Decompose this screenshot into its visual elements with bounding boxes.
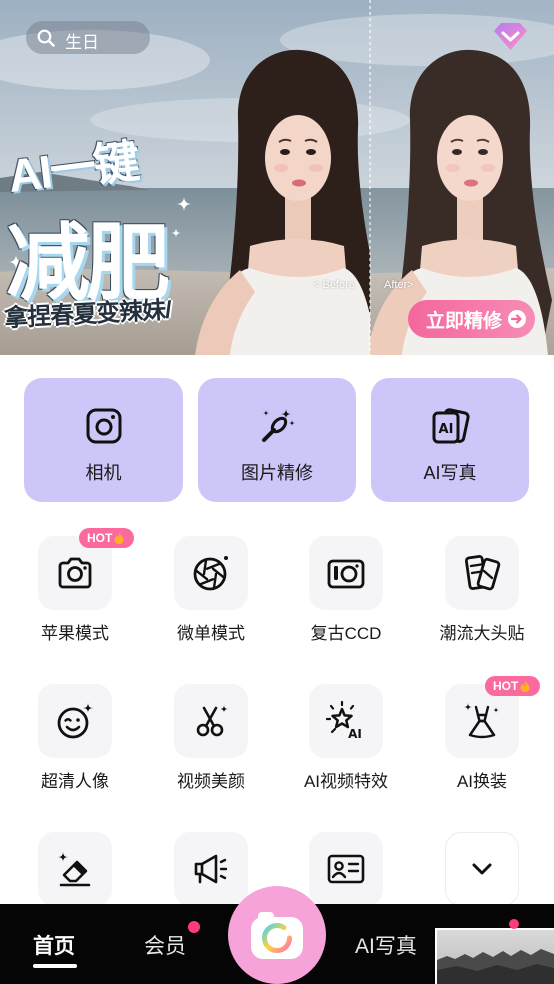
fire-icon — [520, 680, 530, 692]
card-ai-portrait-label: AI写真 — [423, 463, 477, 483]
camera-shutter-button[interactable] — [228, 886, 326, 984]
star-effect-icon: AI — [325, 700, 362, 741]
arrow-right-icon — [508, 310, 526, 328]
card-photo-retouch[interactable]: 图片精修 — [198, 378, 356, 502]
tool-photo-sticker-label: 潮流大头贴 — [439, 624, 525, 643]
before-label: < Before — [313, 279, 355, 291]
thumbnail-notification-dot — [509, 919, 519, 929]
tab-membership[interactable]: 会员 — [144, 930, 186, 960]
hot-badge: HOT — [79, 528, 134, 548]
thumbnail-image — [437, 949, 554, 984]
search-icon — [37, 29, 55, 47]
tool-ai-video-effects-label: AI视频特效 — [303, 772, 389, 791]
tool-ai-outfit-label: AI换装 — [456, 772, 508, 791]
aperture-icon — [193, 556, 228, 591]
tool-eraser[interactable] — [38, 832, 112, 906]
tool-retro-ccd-label: 复古CCD — [310, 624, 382, 643]
eraser-icon — [58, 852, 91, 887]
megaphone-icon — [194, 854, 228, 884]
tool-megaphone[interactable] — [174, 832, 248, 906]
tool-mirrorless-mode-label: 微单模式 — [177, 624, 245, 643]
expand-tools-button[interactable] — [445, 832, 519, 906]
floating-thumbnail[interactable] — [435, 928, 554, 984]
search-placeholder: 生日 — [65, 33, 99, 52]
tool-ai-video-effects[interactable]: AI — [309, 684, 383, 758]
camera-shutter-icon — [251, 912, 303, 959]
tool-video-beauty[interactable] — [174, 684, 248, 758]
tool-hd-portrait-label: 超清人像 — [41, 772, 109, 791]
card-photo-retouch-label: 图片精修 — [241, 463, 313, 483]
retouch-now-button[interactable]: 立即精修 — [408, 300, 535, 338]
camera-icon — [86, 408, 121, 444]
chevron-down-icon — [472, 863, 492, 875]
ai-lettering: AI — [348, 727, 362, 741]
tool-hd-portrait[interactable] — [38, 684, 112, 758]
smiley-sparkle-icon — [57, 703, 93, 739]
retouch-now-label: 立即精修 — [426, 310, 503, 332]
retouch-brush-icon — [262, 409, 295, 442]
card-ai-portrait[interactable]: AI AI写真 — [371, 378, 529, 502]
tool-apple-mode-label: 苹果模式 — [41, 624, 109, 643]
hot-badge-label: HOT — [493, 679, 519, 693]
tab-home[interactable]: 首页 — [33, 930, 75, 960]
tool-video-beauty-label: 视频美颜 — [177, 772, 245, 791]
search-bar[interactable]: 生日 — [26, 21, 150, 54]
scissors-sparkle-icon — [196, 705, 228, 737]
ai-lettering: AI — [439, 422, 454, 437]
tool-photo-sticker[interactable] — [445, 536, 519, 610]
membership-notification-dot — [188, 921, 200, 933]
camera-icon — [58, 557, 92, 589]
photo-sticker-icon — [464, 555, 501, 591]
card-camera[interactable]: 相机 — [24, 378, 183, 502]
tab-ai-portrait[interactable]: AI写真 — [355, 930, 417, 960]
card-camera-label: 相机 — [85, 463, 122, 483]
hot-badge-label: HOT — [87, 531, 113, 545]
after-label: After> — [384, 279, 414, 291]
fire-icon — [114, 532, 124, 544]
tool-id-photo[interactable] — [309, 832, 383, 906]
tab-home-indicator — [33, 964, 77, 968]
diamond-icon[interactable] — [492, 21, 529, 52]
dress-icon — [464, 703, 499, 739]
id-card-icon — [327, 854, 365, 884]
ai-portrait-icon: AI — [432, 408, 470, 444]
tool-mirrorless-mode[interactable] — [174, 536, 248, 610]
retro-camera-icon — [327, 559, 365, 589]
hot-badge: HOT — [485, 676, 540, 696]
tool-retro-ccd[interactable] — [309, 536, 383, 610]
